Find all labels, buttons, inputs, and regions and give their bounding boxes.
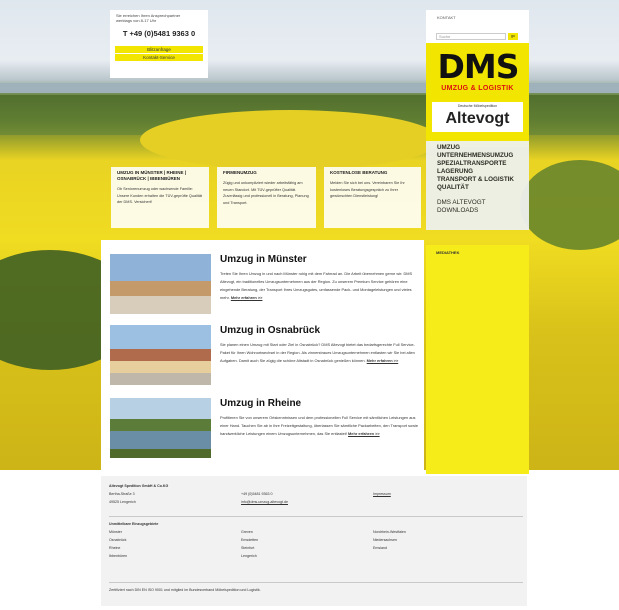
muenster-photo [110,254,211,314]
kontakt-link[interactable]: KONTAKT [437,15,456,20]
footer-divider [109,516,523,517]
region-link[interactable]: Emsdetten [241,536,258,544]
teaser-text: Ob Seniorenumzug oder wachsende Familie:… [117,187,202,204]
logo-brand: DMS [437,47,520,86]
nav-item-umzug[interactable]: UMZUG [426,144,529,152]
story-rheine: Umzug in Rheine Profitieren Sie von unse… [110,398,420,460]
nav-item-spezialtransporte[interactable]: SPEZIALTRANSPORTE [426,160,529,168]
search-input[interactable]: Suche [436,33,506,40]
region-link[interactable]: Nordrhein-Westfalen [373,528,406,536]
logo-partner-box: Deutsche Möbelspedition Altevogt [432,102,523,132]
read-more-link[interactable]: Mehr erfahren >> [231,295,263,300]
logo-name: Altevogt [445,110,510,127]
contact-hint-line2: werktags von 8-17 Uhr [116,18,157,23]
rheine-photo [110,398,211,458]
contact-phone[interactable]: T +49 (0)5481 9363 0 [110,29,208,38]
region-link[interactable]: Steinfurt [241,544,254,552]
teaser-box-firmenumzug[interactable]: FIRMENUMZUG Zügig und unkompliziert wied… [217,167,316,228]
logo-partner: Deutsche Möbelspedition [457,104,498,108]
nav-item-dms-altevogt[interactable]: DMS ALTEVOGT [426,199,529,207]
osnabrueck-photo [110,325,211,385]
read-more-link[interactable]: Mehr erfahren >> [367,358,399,363]
mediathek-label: MEDIATHEK [436,250,460,255]
nav-item-lagerung[interactable]: LAGERUNG [426,168,529,176]
read-more-link[interactable]: Mehr erfahren >> [348,431,380,436]
story-osnabrueck: Umzug in Osnabrück Sie planen einen Umzu… [110,325,420,387]
regions-title: Unmittelbare Einzugsgebiete [109,522,159,526]
footer: Altevogt Spedition GmbH & Co.KG Bertha-S… [101,476,527,606]
region-link[interactable]: Osnabrück [109,536,126,544]
teaser-box-beratung[interactable]: KOSTENLOSE BERATUNG Melden Sie sich bei … [324,167,421,228]
contact-service-button[interactable]: Kontakt-Service [115,54,203,61]
region-link[interactable]: Niedersachsen [373,536,397,544]
main-navigation: UMZUG UNTERNEHMENSUMZUG SPEZIALTRANSPORT… [426,141,529,230]
region-link[interactable]: Emsland [373,544,387,552]
region-link[interactable]: Münster [109,528,122,536]
story-text: Sie planen einen Umzug mit Start oder Zi… [220,341,420,365]
search-area: KONTAKT Suche go [426,10,529,43]
bg-trees-right [520,160,619,250]
story-body: Profitieren Sie von unserem Ortskenntnis… [220,415,419,436]
teaser-text: Zügig und unkompliziert wieder arbeitsfä… [223,181,309,205]
nav-item-qualitaet[interactable]: QUALITÄT [426,184,529,192]
story-text: Treten Sie Ihren Umzug in und nach Münst… [220,270,420,302]
nav-item-transport-logistik[interactable]: TRANSPORT & LOGISTIK [426,176,529,184]
logo-tagline: UMZUG & LOGISTIK [441,85,514,92]
quick-request-button[interactable]: Blitzanfrage [115,46,203,53]
region-link[interactable]: Rheine [109,544,120,552]
story-title[interactable]: Umzug in Osnabrück [220,325,320,336]
teaser-title: KOSTENLOSE BERATUNG [330,170,388,175]
dms-logo[interactable]: DMS UMZUG & LOGISTIK Deutsche Möbelspedi… [426,43,529,147]
region-link[interactable]: Ibbenbüren [109,552,127,560]
contact-hint: Sie erreichen Ihren Ansprechpartner werk… [110,10,208,23]
header-right: KONTAKT Suche go [426,10,529,43]
nav-item-unternehmensumzug[interactable]: UNTERNEHMENSUMZUG [426,152,529,160]
footer-street: Bertha-Straße 3 [109,492,135,496]
footer-divider-bottom [109,582,523,583]
footer-company: Altevogt Spedition GmbH & Co.KG [109,484,169,488]
footer-city: 49525 Lengerich [109,500,136,504]
teaser-title: FIRMENUMZUG [223,170,257,175]
footer-email-link[interactable]: info@dms-umzug-altevogt.de [241,498,288,506]
main-content: Umzug in Münster Treten Sie Ihren Umzug … [101,240,424,474]
bg-rapeseed-field [140,110,440,170]
story-title[interactable]: Umzug in Rheine [220,398,301,409]
region-link[interactable]: Lengerich [241,552,257,560]
teaser-text: Melden Sie sich bei uns. Vereinbaren Sie… [330,181,405,198]
contact-box: Sie erreichen Ihren Ansprechpartner werk… [110,10,208,78]
footer-phone[interactable]: +49 (0)5481 9363 0 [241,490,272,498]
mediathek-panel[interactable]: MEDIATHEK [426,245,529,474]
story-title[interactable]: Umzug in Münster [220,254,307,265]
story-muenster: Umzug in Münster Treten Sie Ihren Umzug … [110,254,420,316]
nav-item-downloads[interactable]: DOWNLOADS [426,207,529,215]
region-link[interactable]: Greven [241,528,253,536]
teaser-title: UMZUG IN MÜNSTER | RHEINE | OSNABRÜCK | … [117,170,187,181]
teaser-box-umzug[interactable]: UMZUG IN MÜNSTER | RHEINE | OSNABRÜCK | … [111,167,209,228]
search-button[interactable]: go [508,33,518,40]
impressum-link[interactable]: Impressum [373,490,391,498]
story-text: Profitieren Sie von unserem Ortskenntnis… [220,414,420,438]
footer-certification: Zertifiziert nach DIN EN ISO 9001 und mi… [109,588,261,592]
